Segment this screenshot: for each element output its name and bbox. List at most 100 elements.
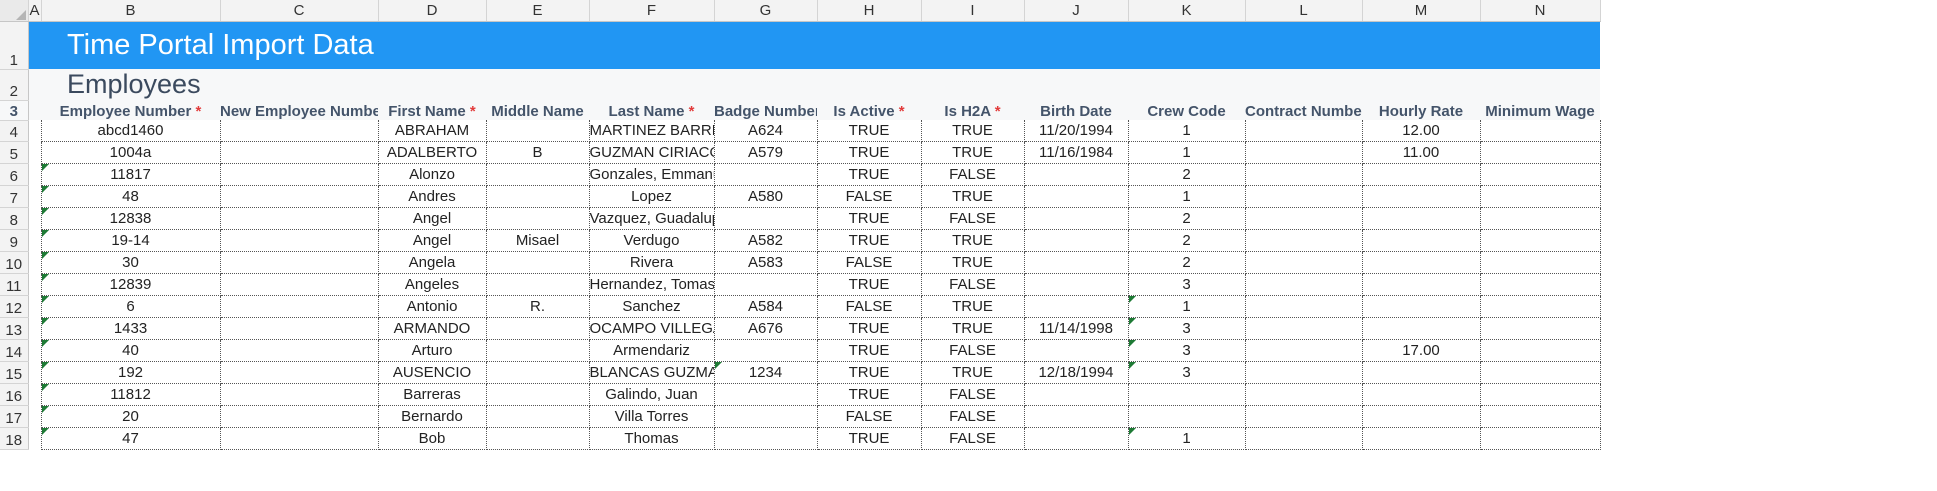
cell[interactable]: 11817 <box>40 163 221 186</box>
field-header-badge-number[interactable]: Badge Number <box>714 100 817 120</box>
cell[interactable] <box>1024 251 1129 274</box>
cell[interactable] <box>220 361 379 384</box>
cell[interactable] <box>1480 317 1601 340</box>
cell[interactable]: 1234 <box>714 361 818 384</box>
column-header-b[interactable]: B <box>41 0 221 22</box>
cell[interactable]: 19-14 <box>40 229 221 252</box>
cell[interactable] <box>28 427 42 450</box>
column-header-e[interactable]: E <box>486 0 590 22</box>
cell[interactable]: 47 <box>40 427 221 450</box>
cell[interactable]: TRUE <box>921 185 1025 208</box>
field-header-is-active[interactable]: Is Active * <box>817 100 921 120</box>
cell[interactable]: 1004a <box>40 141 221 164</box>
cell[interactable]: TRUE <box>817 383 922 406</box>
cell[interactable] <box>1480 273 1601 296</box>
cell[interactable]: 1 <box>1128 141 1246 164</box>
column-header-k[interactable]: K <box>1128 0 1246 22</box>
cell[interactable]: 6 <box>40 295 221 318</box>
cell[interactable] <box>1480 251 1601 274</box>
cell[interactable] <box>486 383 590 406</box>
cell[interactable]: TRUE <box>921 141 1025 164</box>
cell[interactable] <box>1480 120 1601 142</box>
cell[interactable]: Angel <box>378 207 487 230</box>
cell[interactable]: TRUE <box>921 295 1025 318</box>
field-header-birth-date[interactable]: Birth Date <box>1024 100 1128 120</box>
cell[interactable] <box>1245 361 1363 384</box>
cell[interactable] <box>1362 405 1481 428</box>
column-header-m[interactable]: M <box>1362 0 1481 22</box>
cell[interactable] <box>714 383 818 406</box>
cell[interactable] <box>486 427 590 450</box>
column-header-d[interactable]: D <box>378 0 487 22</box>
column-header-i[interactable]: I <box>921 0 1025 22</box>
cell[interactable] <box>1245 273 1363 296</box>
cell[interactable] <box>1245 207 1363 230</box>
cell[interactable]: 2 <box>1128 229 1246 252</box>
row-header[interactable]: 17 <box>0 405 29 428</box>
cell[interactable] <box>1480 229 1601 252</box>
cell[interactable] <box>1245 163 1363 186</box>
cell[interactable]: 11/14/1998 <box>1024 317 1129 340</box>
cell[interactable] <box>220 405 379 428</box>
column-header-f[interactable]: F <box>589 0 715 22</box>
cell[interactable]: Hernandez, Tomas <box>589 273 715 296</box>
cell[interactable] <box>1245 405 1363 428</box>
cell[interactable]: B <box>486 141 590 164</box>
column-header-g[interactable]: G <box>714 0 818 22</box>
cell[interactable] <box>1245 317 1363 340</box>
field-header-minimum-wage[interactable]: Minimum Wage <box>1480 100 1600 120</box>
cell[interactable] <box>1480 207 1601 230</box>
field-header-hourly-rate[interactable]: Hourly Rate <box>1362 100 1480 120</box>
cell[interactable] <box>1362 229 1481 252</box>
cell[interactable]: FALSE <box>817 251 922 274</box>
cell[interactable] <box>220 339 379 362</box>
cell[interactable] <box>1480 163 1601 186</box>
cell[interactable] <box>714 427 818 450</box>
cell[interactable]: Sanchez <box>589 295 715 318</box>
cell[interactable] <box>714 207 818 230</box>
cell[interactable] <box>28 361 42 384</box>
cell[interactable] <box>1480 383 1601 406</box>
cell[interactable]: Lopez <box>589 185 715 208</box>
column-header-h[interactable]: H <box>817 0 922 22</box>
cell[interactable] <box>714 405 818 428</box>
cell[interactable]: A579 <box>714 141 818 164</box>
cell[interactable] <box>28 185 42 208</box>
cell[interactable]: MARTINEZ BARRERA <box>589 120 715 142</box>
cell[interactable]: FALSE <box>817 295 922 318</box>
cell[interactable]: Alonzo <box>378 163 487 186</box>
cell[interactable] <box>1128 383 1246 406</box>
cell[interactable] <box>1245 383 1363 406</box>
row-header[interactable]: 13 <box>0 317 29 340</box>
cell[interactable] <box>28 273 42 296</box>
cell[interactable]: A624 <box>714 120 818 142</box>
cell[interactable] <box>28 207 42 230</box>
row-header[interactable]: 3 <box>0 100 29 121</box>
cell[interactable]: GUZMAN CIRIACO <box>589 141 715 164</box>
cell[interactable]: FALSE <box>921 207 1025 230</box>
row-header[interactable]: 9 <box>0 229 29 252</box>
cell[interactable]: Barreras <box>378 383 487 406</box>
cell[interactable]: Rivera <box>589 251 715 274</box>
field-header-first-name[interactable]: First Name * <box>378 100 486 120</box>
row-header[interactable]: 10 <box>0 251 29 274</box>
row-header[interactable]: 4 <box>0 120 29 142</box>
cell[interactable]: Bob <box>378 427 487 450</box>
cell[interactable] <box>486 361 590 384</box>
cell[interactable]: ARMANDO <box>378 317 487 340</box>
cell[interactable] <box>1480 185 1601 208</box>
cell[interactable]: A582 <box>714 229 818 252</box>
cell[interactable]: 1433 <box>40 317 221 340</box>
cell[interactable] <box>220 229 379 252</box>
cell[interactable]: 12.00 <box>1362 120 1481 142</box>
cell[interactable] <box>220 120 379 142</box>
field-header-contract-number[interactable]: Contract Number <box>1245 100 1362 120</box>
cell[interactable]: TRUE <box>921 251 1025 274</box>
cell[interactable]: A584 <box>714 295 818 318</box>
cell[interactable]: TRUE <box>817 427 922 450</box>
cell[interactable] <box>1245 339 1363 362</box>
cell[interactable] <box>486 120 590 142</box>
field-header-employee-number[interactable]: Employee Number * <box>41 100 220 120</box>
row-header[interactable]: 11 <box>0 273 29 296</box>
cell[interactable]: 11.00 <box>1362 141 1481 164</box>
